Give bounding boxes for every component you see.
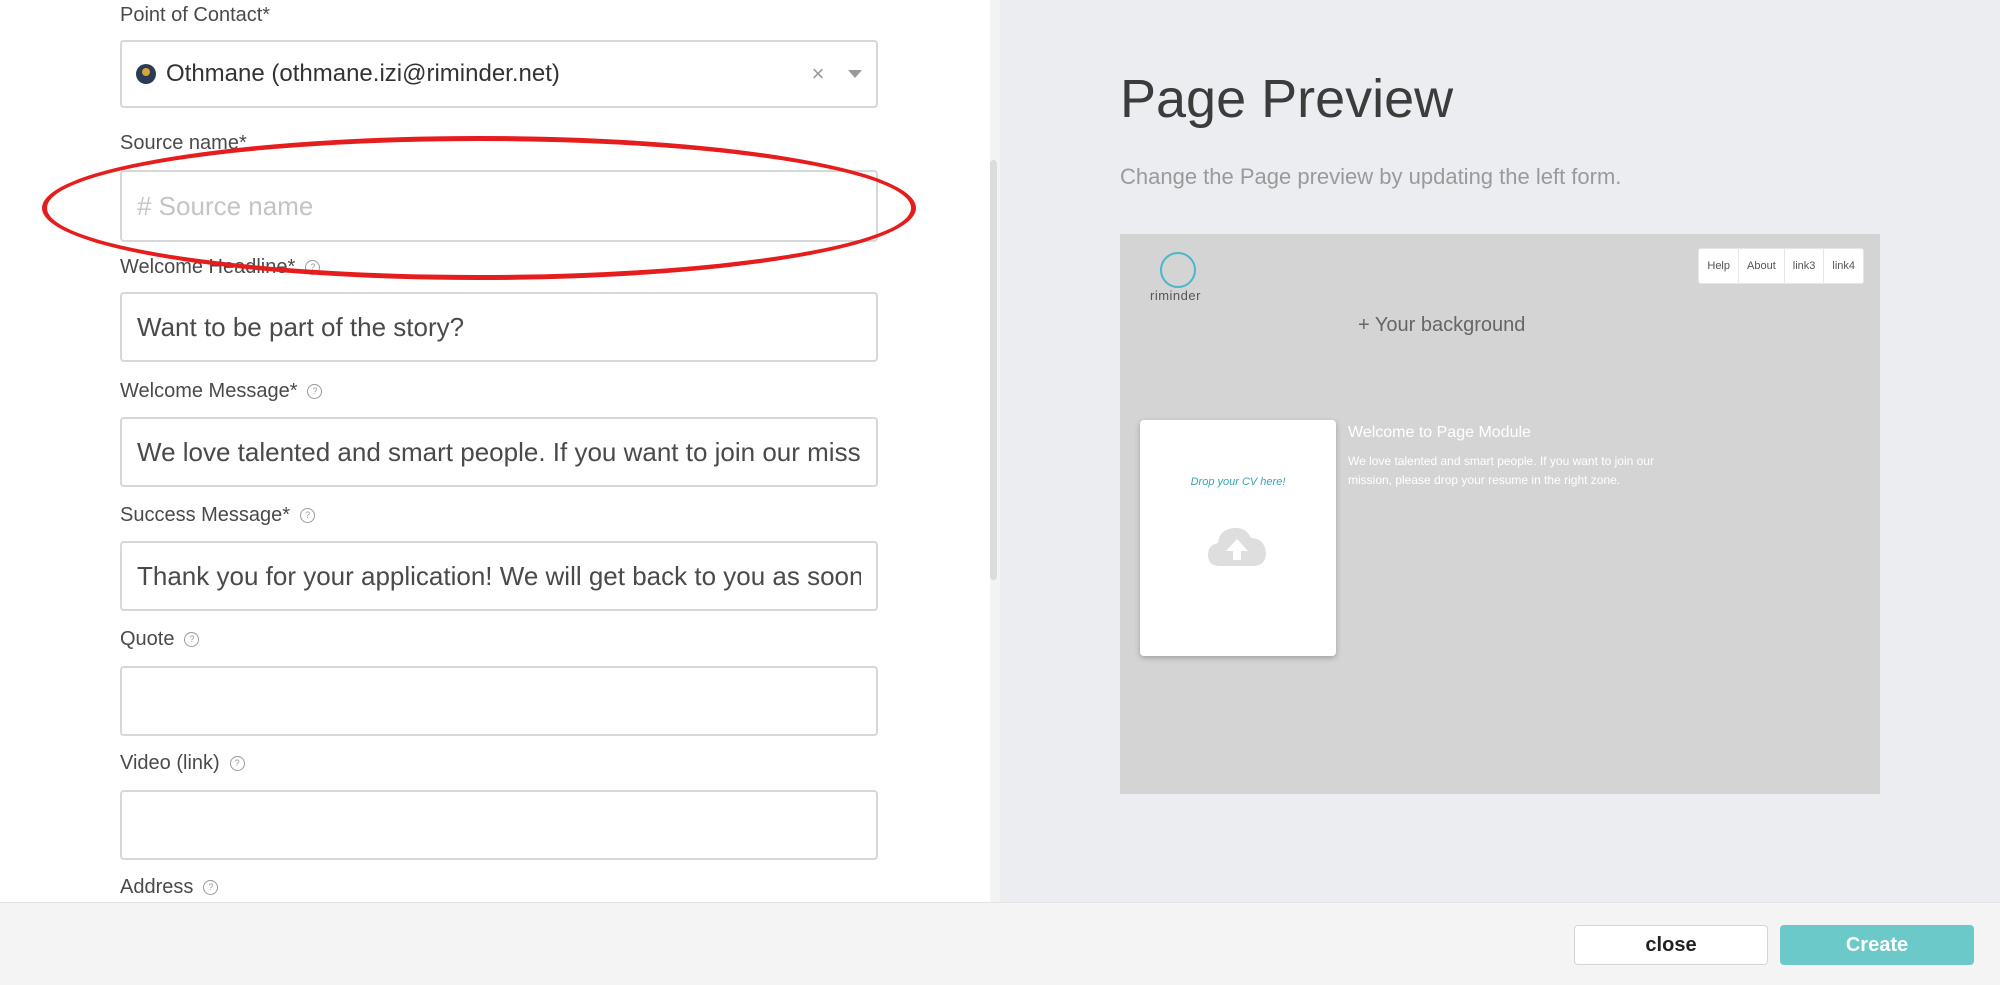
welcome-headline-input[interactable]	[122, 294, 876, 360]
source-name-input[interactable]	[122, 172, 876, 240]
address-label: Address ?	[120, 876, 219, 899]
welcome-headline-label: Welcome Headline* ?	[120, 256, 321, 279]
preview-nav: Help About link3 link4	[1698, 248, 1864, 284]
help-icon[interactable]: ?	[307, 384, 323, 399]
video-label: Video (link) ?	[120, 752, 245, 775]
scrollbar-thumb[interactable]	[990, 160, 997, 580]
page-title: Page Preview	[1120, 69, 1454, 129]
video-field[interactable]	[120, 790, 878, 860]
help-icon[interactable]: ?	[203, 880, 219, 895]
help-icon[interactable]: ?	[305, 260, 321, 275]
quote-input[interactable]	[122, 668, 876, 734]
help-icon[interactable]: ?	[229, 756, 245, 771]
cloud-upload-icon	[1208, 527, 1266, 566]
upload-card: Drop your CV here!	[1140, 420, 1336, 656]
welcome-message-input[interactable]	[122, 419, 876, 485]
clear-icon[interactable]: ×	[806, 61, 830, 87]
nav-item-link3: link3	[1785, 249, 1825, 283]
success-message-field[interactable]	[120, 541, 878, 611]
create-button[interactable]: Create	[1780, 925, 1974, 965]
background-label: + Your background	[1358, 314, 1526, 336]
logo-text: riminder	[1150, 288, 1201, 303]
nav-item-about: About	[1739, 249, 1785, 283]
success-message-label: Success Message* ?	[120, 504, 316, 527]
nav-item-help: Help	[1699, 249, 1739, 283]
welcome-message: We love talented and smart people. If yo…	[1348, 454, 1654, 487]
success-message-input[interactable]	[122, 543, 876, 609]
welcome-headline-field[interactable]	[120, 292, 878, 362]
logo: riminder	[1136, 252, 1202, 308]
avatar	[136, 64, 156, 84]
source-name-field[interactable]	[120, 170, 878, 242]
nav-item-link4: link4	[1832, 260, 1855, 272]
form-panel: Point of Contact* Othmane (othmane.izi@r…	[0, 0, 990, 902]
preview-subtitle: Change the Page preview by updating the …	[1120, 164, 1622, 189]
point-of-contact-select[interactable]: Othmane (othmane.izi@riminder.net) ×	[120, 40, 878, 108]
source-name-label: Source name*	[120, 132, 247, 154]
welcome-title: Welcome to Page Module	[1348, 424, 1531, 441]
help-icon[interactable]: ?	[184, 632, 200, 647]
logo-icon	[1160, 252, 1196, 288]
footer-bar: close Create	[0, 902, 2000, 985]
close-button[interactable]: close	[1574, 925, 1768, 965]
welcome-message-label: Welcome Message* ?	[120, 380, 323, 403]
chevron-down-icon[interactable]	[848, 70, 862, 78]
quote-label: Quote ?	[120, 628, 200, 651]
drop-cv-text: Drop your CV here!	[1190, 476, 1286, 488]
point-of-contact-label: Point of Contact*	[120, 4, 271, 26]
preview-canvas: riminder Help About link3 link4 + Your b…	[1120, 234, 1880, 794]
video-input[interactable]	[122, 792, 876, 858]
point-of-contact-value: Othmane (othmane.izi@riminder.net)	[166, 60, 560, 87]
preview-panel: Page Preview Change the Page preview by …	[1000, 0, 2000, 902]
quote-field[interactable]	[120, 666, 878, 736]
help-icon[interactable]: ?	[300, 508, 316, 523]
welcome-message-field[interactable]	[120, 417, 878, 487]
